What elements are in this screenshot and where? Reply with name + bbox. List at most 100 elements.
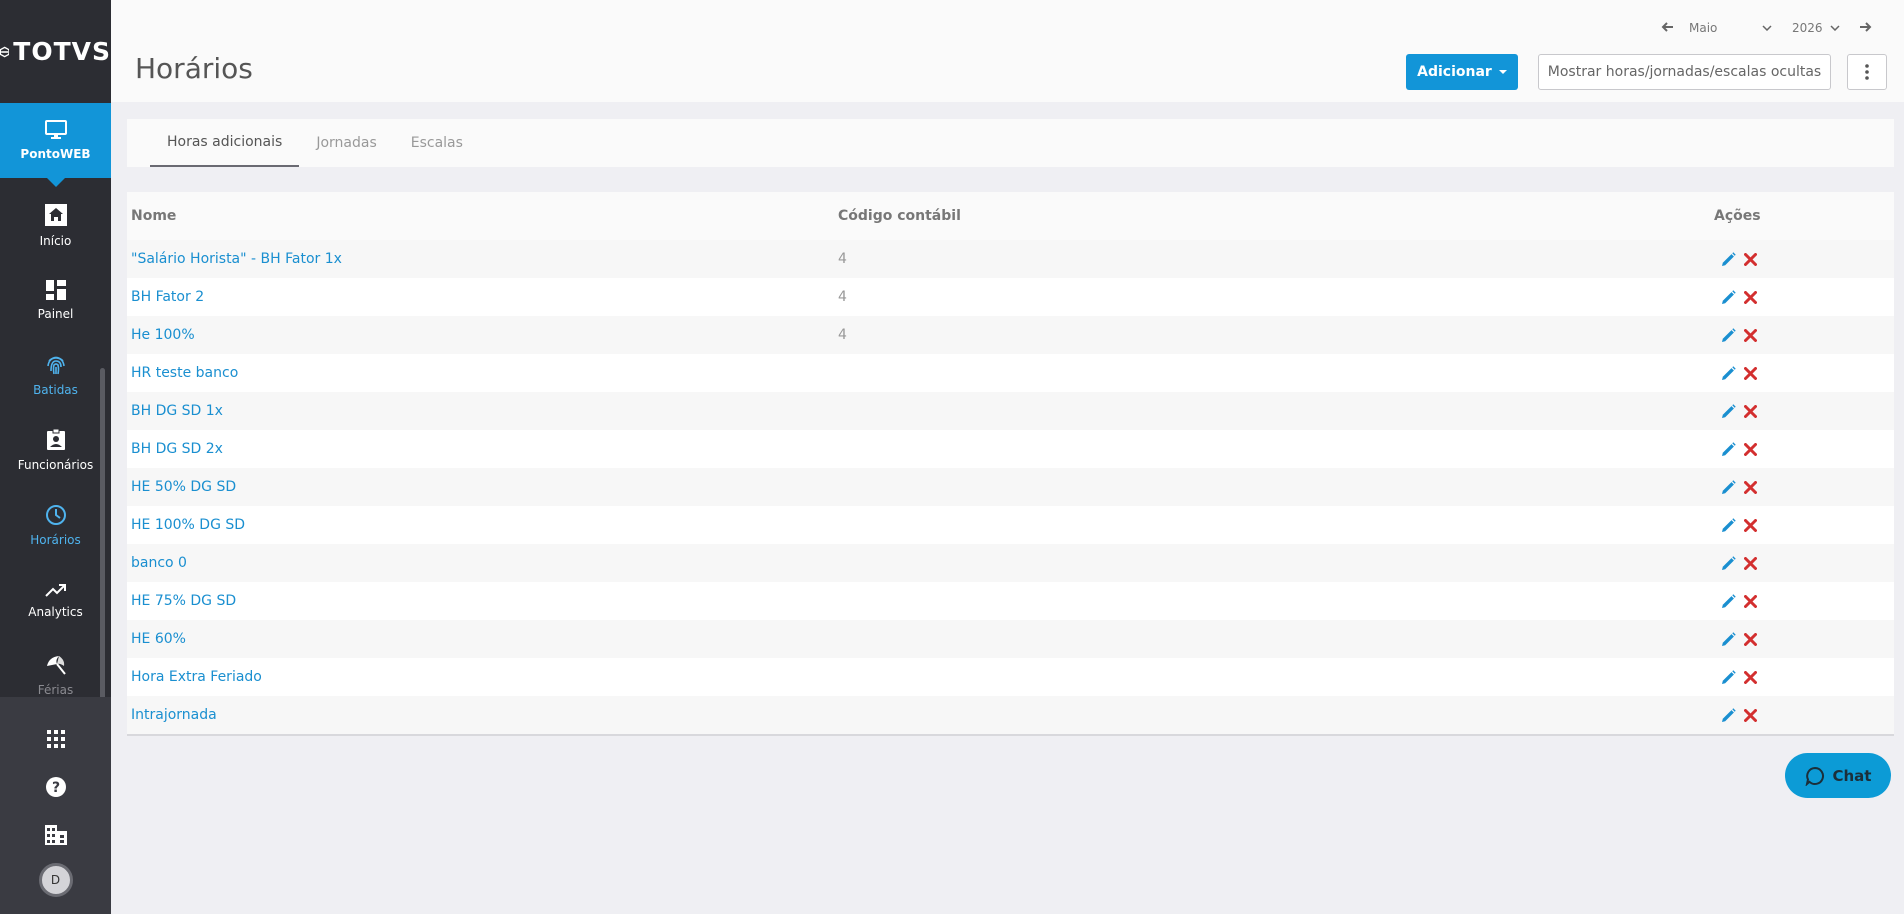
edit-icon[interactable] bbox=[1721, 707, 1736, 723]
show-hidden-button[interactable]: Mostrar horas/jornadas/escalas ocultas bbox=[1538, 54, 1831, 90]
chevron-down-icon[interactable] bbox=[1762, 25, 1772, 31]
sidebar-item-analytics[interactable]: Analytics bbox=[0, 563, 111, 638]
col-header-code[interactable]: Código contábil bbox=[834, 192, 1714, 240]
totvs-logo-icon bbox=[0, 46, 10, 57]
row-actions bbox=[1718, 479, 1894, 495]
table-row[interactable]: BH DG SD 1x bbox=[127, 392, 1894, 430]
table-row[interactable]: BH Fator 24 bbox=[127, 278, 1894, 316]
chat-label: Chat bbox=[1832, 766, 1872, 785]
sidebar-scrollbar[interactable] bbox=[100, 368, 105, 697]
table-row[interactable]: Hora Extra Feriado bbox=[127, 658, 1894, 696]
edit-icon[interactable] bbox=[1721, 327, 1736, 343]
clock-icon bbox=[45, 505, 66, 525]
col-header-name[interactable]: Nome bbox=[127, 192, 834, 240]
row-name-link[interactable]: HE 50% DG SD bbox=[127, 468, 834, 506]
sidebar-item-horarios[interactable]: Horários bbox=[0, 488, 111, 563]
delete-icon[interactable] bbox=[1744, 366, 1757, 380]
delete-icon[interactable] bbox=[1744, 556, 1757, 570]
delete-icon[interactable] bbox=[1744, 328, 1757, 342]
edit-icon[interactable] bbox=[1721, 593, 1736, 609]
help-button[interactable]: ? bbox=[45, 763, 67, 811]
table-row[interactable]: He 100% 4 bbox=[127, 316, 1894, 354]
edit-icon[interactable] bbox=[1721, 517, 1736, 533]
row-actions bbox=[1718, 631, 1894, 647]
sidebar-item-label: Funcionários bbox=[17, 458, 94, 472]
table-row[interactable]: banco 0 bbox=[127, 544, 1894, 582]
row-name-link[interactable]: Hora Extra Feriado bbox=[127, 658, 834, 696]
dashboard-icon bbox=[45, 280, 66, 300]
row-name-link[interactable]: HE 75% DG SD bbox=[127, 582, 834, 620]
sidebar-item-painel[interactable]: Painel bbox=[0, 263, 111, 338]
module-pontoweb[interactable]: PontoWEB bbox=[0, 103, 111, 187]
add-button[interactable]: Adicionar bbox=[1406, 54, 1518, 90]
edit-icon[interactable] bbox=[1721, 251, 1736, 267]
table-row[interactable]: BH DG SD 2x bbox=[127, 430, 1894, 468]
next-period-button[interactable] bbox=[1860, 20, 1872, 36]
delete-icon[interactable] bbox=[1744, 480, 1757, 494]
table-row[interactable]: Intrajornada bbox=[127, 696, 1894, 734]
edit-icon[interactable] bbox=[1721, 479, 1736, 495]
tab-escalas[interactable]: Escalas bbox=[394, 119, 480, 167]
trending-up-icon bbox=[44, 584, 66, 597]
chat-button[interactable]: Chat bbox=[1785, 753, 1891, 798]
company-button[interactable] bbox=[44, 811, 67, 859]
edit-icon[interactable] bbox=[1721, 669, 1736, 685]
table-row[interactable]: HE 50% DG SD bbox=[127, 468, 1894, 506]
more-vertical-icon bbox=[1865, 64, 1869, 80]
edit-icon[interactable] bbox=[1721, 365, 1736, 381]
edit-icon[interactable] bbox=[1721, 289, 1736, 305]
row-actions bbox=[1718, 593, 1894, 609]
table-row[interactable]: HE 60% bbox=[127, 620, 1894, 658]
avatar[interactable]: D bbox=[38, 863, 73, 897]
more-options-button[interactable] bbox=[1847, 54, 1887, 90]
row-name-link[interactable]: BH DG SD 1x bbox=[127, 392, 834, 430]
apps-button[interactable] bbox=[46, 715, 65, 763]
delete-icon[interactable] bbox=[1744, 252, 1757, 266]
fingerprint-icon bbox=[46, 356, 65, 375]
table-row[interactable]: HE 75% DG SD bbox=[127, 582, 1894, 620]
row-name-link[interactable]: BH DG SD 2x bbox=[127, 430, 834, 468]
delete-icon[interactable] bbox=[1744, 290, 1757, 304]
sidebar-item-funcionarios[interactable]: Funcionários bbox=[0, 413, 111, 488]
horas-table: Nome Código contábil Ações "Salário Hori… bbox=[127, 192, 1894, 736]
row-name-link[interactable]: HR teste banco bbox=[127, 354, 834, 392]
sidebar-item-batidas[interactable]: Batidas bbox=[0, 338, 111, 413]
tab-horas-adicionais[interactable]: Horas adicionais bbox=[150, 119, 300, 167]
edit-icon[interactable] bbox=[1721, 555, 1736, 571]
row-name-link[interactable]: BH Fator 2 bbox=[127, 278, 834, 316]
sidebar-item-label: Início bbox=[39, 234, 72, 248]
row-name-link[interactable]: HE 60% bbox=[127, 620, 834, 658]
delete-icon[interactable] bbox=[1744, 708, 1757, 722]
page-title: Horários bbox=[135, 52, 253, 85]
delete-icon[interactable] bbox=[1744, 518, 1757, 532]
period-selector: Maio 2026 bbox=[1661, 20, 1872, 36]
prev-period-button[interactable] bbox=[1661, 20, 1673, 36]
row-name-link[interactable]: "Salário Horista" - BH Fator 1x bbox=[127, 240, 834, 278]
year-select[interactable]: 2026 bbox=[1792, 21, 1824, 35]
totvs-logo[interactable]: TOTVS bbox=[0, 0, 111, 103]
row-name-link[interactable]: HE 100% DG SD bbox=[127, 506, 834, 544]
row-actions bbox=[1718, 327, 1894, 343]
row-code: 4 bbox=[834, 240, 1714, 278]
month-select[interactable]: Maio bbox=[1673, 21, 1758, 35]
chevron-down-icon[interactable] bbox=[1830, 25, 1840, 31]
edit-icon[interactable] bbox=[1721, 403, 1736, 419]
delete-icon[interactable] bbox=[1744, 670, 1757, 684]
delete-icon[interactable] bbox=[1744, 442, 1757, 456]
table-row[interactable]: "Salário Horista" - BH Fator 1x 4 bbox=[127, 240, 1894, 278]
table-row[interactable]: HE 100% DG SD bbox=[127, 506, 1894, 544]
help-icon: ? bbox=[45, 777, 66, 797]
delete-icon[interactable] bbox=[1744, 594, 1757, 608]
tab-jornadas[interactable]: Jornadas bbox=[299, 119, 393, 167]
arrow-left-icon bbox=[1661, 22, 1673, 32]
row-name-link[interactable]: Intrajornada bbox=[127, 696, 834, 734]
edit-icon[interactable] bbox=[1721, 441, 1736, 457]
delete-icon[interactable] bbox=[1744, 404, 1757, 418]
row-name-link[interactable]: He 100% bbox=[127, 316, 834, 354]
row-name-link[interactable]: banco 0 bbox=[127, 544, 834, 582]
delete-icon[interactable] bbox=[1744, 632, 1757, 646]
sidebar-item-inicio[interactable]: Início bbox=[0, 188, 111, 263]
sidebar-item-ferias[interactable]: Férias bbox=[0, 638, 111, 697]
table-row[interactable]: HR teste banco bbox=[127, 354, 1894, 392]
edit-icon[interactable] bbox=[1721, 631, 1736, 647]
